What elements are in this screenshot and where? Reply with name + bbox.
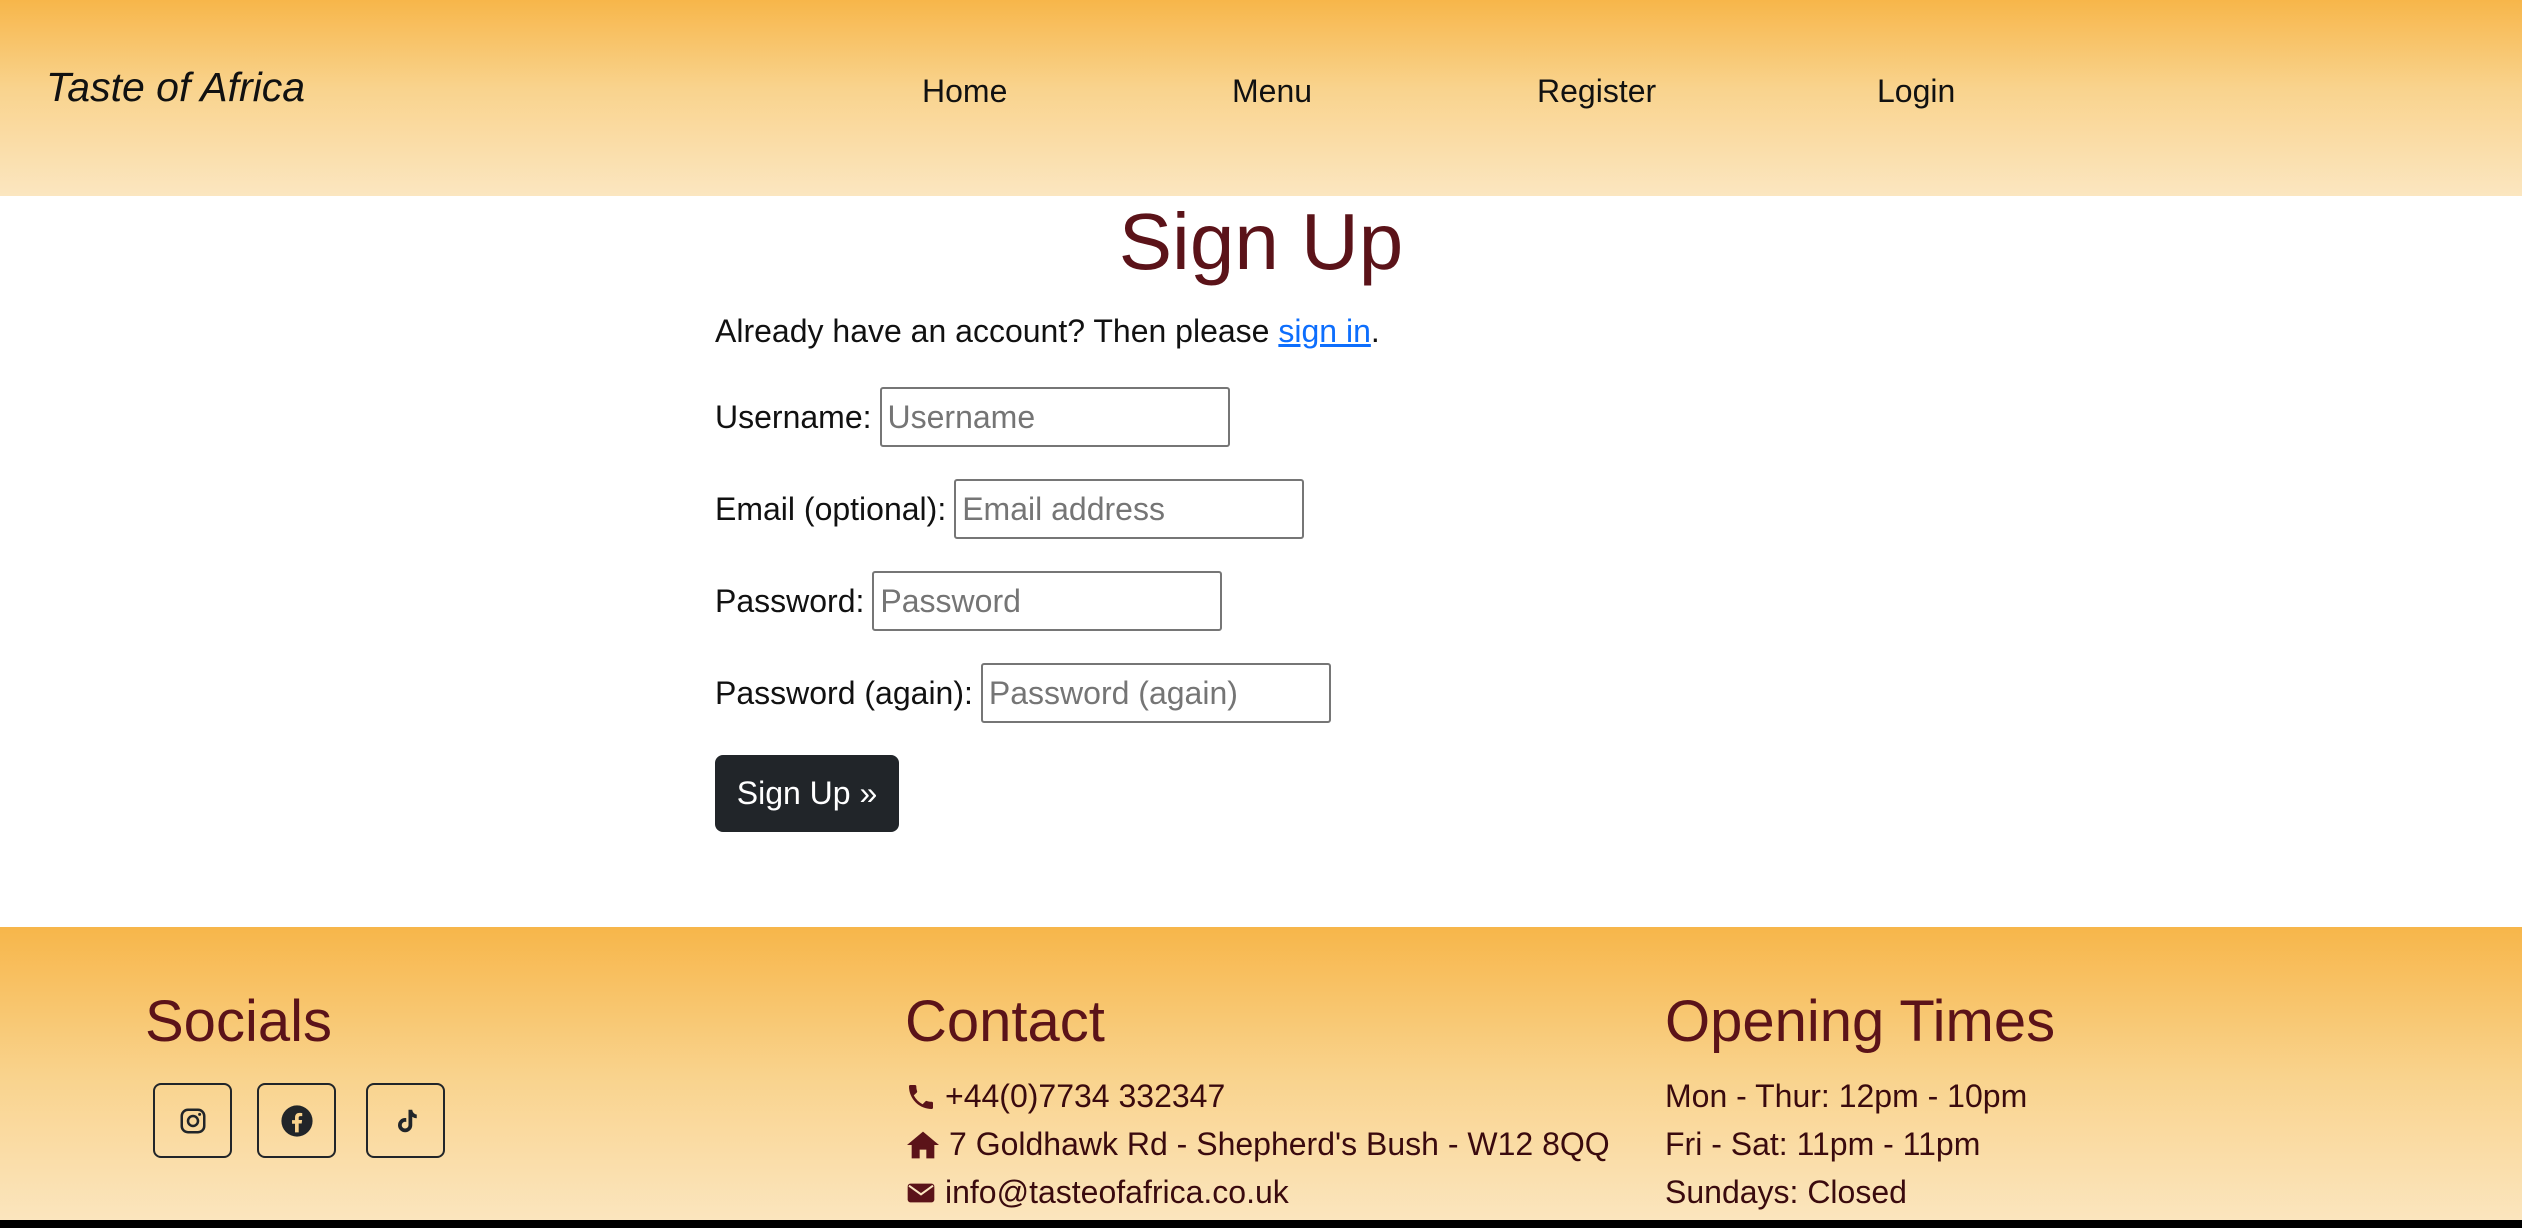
opening-times-line: Sundays: Closed xyxy=(1665,1174,1907,1210)
contact-email: info@tasteofafrica.co.uk xyxy=(905,1174,1289,1211)
page-title: Sign Up xyxy=(1118,197,1404,286)
contact-email-text[interactable]: info@tasteofafrica.co.uk xyxy=(945,1174,1289,1211)
nav-menu-link[interactable]: Menu xyxy=(1232,73,1312,110)
signin-prompt-text: Already have an account? Then please xyxy=(715,313,1279,349)
signin-link[interactable]: sign in xyxy=(1278,313,1371,349)
instagram-button[interactable] xyxy=(153,1083,232,1158)
brand-logo[interactable]: Taste of Africa xyxy=(46,64,305,111)
header-bar: Taste of Africa Home Menu Register Login xyxy=(0,0,2522,196)
socials-heading: Socials xyxy=(145,989,332,1054)
tiktok-icon xyxy=(397,1109,417,1132)
password-again-row: Password (again): xyxy=(715,663,1331,723)
password-input[interactable] xyxy=(872,571,1223,631)
nav-login-link[interactable]: Login xyxy=(1877,73,1955,110)
username-row: Username: xyxy=(715,387,1230,447)
facebook-button[interactable] xyxy=(257,1083,336,1158)
password-label: Password: xyxy=(715,582,865,619)
email-row: Email (optional): xyxy=(715,479,1305,539)
page: Taste of Africa Home Menu Register Login… xyxy=(0,0,2522,1220)
contact-phone: +44(0)7734 332347 xyxy=(905,1078,1225,1115)
password-again-input[interactable] xyxy=(980,663,1331,723)
home-icon xyxy=(907,1131,939,1158)
email-input[interactable] xyxy=(954,479,1305,539)
envelope-icon xyxy=(907,1183,935,1202)
contact-phone-text[interactable]: +44(0)7734 332347 xyxy=(945,1078,1225,1115)
contact-address-text: 7 Goldhawk Rd - Shepherd's Bush - W12 8Q… xyxy=(949,1126,1610,1162)
nav-home-link[interactable]: Home xyxy=(922,73,1007,110)
facebook-icon xyxy=(280,1104,313,1137)
nav-register-link[interactable]: Register xyxy=(1537,73,1656,110)
signin-prompt: Already have an account? Then please sig… xyxy=(715,313,1380,350)
username-input[interactable] xyxy=(879,387,1230,447)
tiktok-button[interactable] xyxy=(366,1083,445,1158)
password-row: Password: xyxy=(715,571,1223,631)
signin-prompt-end: . xyxy=(1370,313,1380,349)
password-again-label: Password (again): xyxy=(715,674,973,711)
contact-address: 7 Goldhawk Rd - Shepherd's Bush - W12 8Q… xyxy=(905,1126,1610,1163)
opening-times-line: Mon - Thur: 12pm - 10pm xyxy=(1665,1078,2028,1114)
signup-button[interactable]: Sign Up » xyxy=(715,755,899,832)
phone-icon xyxy=(909,1084,933,1109)
instagram-icon xyxy=(180,1108,205,1133)
opening-times-line: Fri - Sat: 11pm - 11pm xyxy=(1665,1126,1981,1162)
username-label: Username: xyxy=(715,398,872,435)
email-label: Email (optional): xyxy=(715,490,947,527)
contact-heading: Contact xyxy=(905,989,1105,1054)
opening-times-heading: Opening Times xyxy=(1665,989,2056,1054)
